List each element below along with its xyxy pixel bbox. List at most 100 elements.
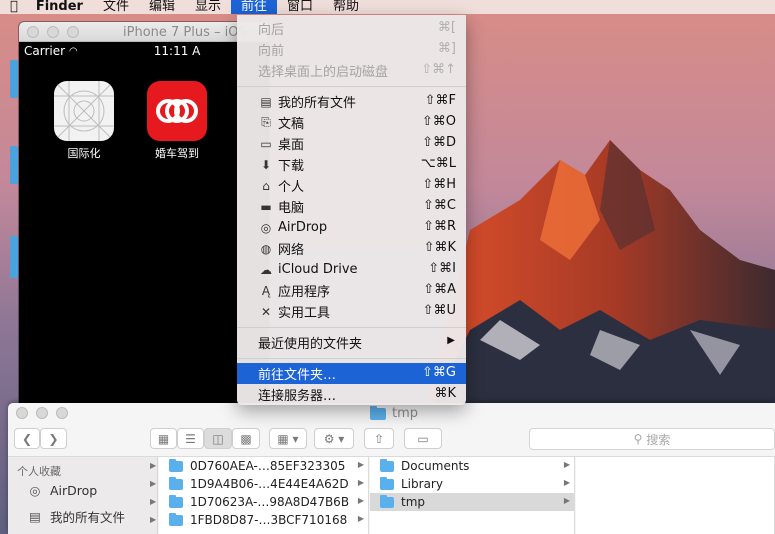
list-item[interactable]: Library ▶ bbox=[370, 475, 574, 493]
menu-help[interactable]: 帮助 bbox=[323, 0, 369, 14]
menu-item-computer[interactable]: ▬ 电脑 ⇧⌘C bbox=[237, 196, 466, 217]
menu-item-utilities[interactable]: ✕ 实用工具 ⇧⌘U bbox=[237, 301, 466, 322]
menu-go[interactable]: 前往 bbox=[230, 0, 277, 14]
close-button[interactable] bbox=[16, 407, 28, 419]
utilities-icon: ✕ bbox=[260, 304, 272, 319]
menu-item-desktop[interactable]: ▭ 桌面 ⇧⌘D bbox=[237, 133, 466, 154]
view-coverflow-button[interactable]: ▩ bbox=[232, 428, 260, 449]
forward-button[interactable]: ❯ bbox=[40, 428, 67, 449]
shortcut: ⇧⌘F bbox=[424, 93, 456, 108]
folder-name: tmp bbox=[401, 495, 426, 509]
view-icon-button[interactable]: ▦ bbox=[150, 428, 177, 449]
disclosure-arrow-icon: ▶ bbox=[563, 460, 570, 469]
menu-item-documents[interactable]: ⎘ 文稿 ⇧⌘O bbox=[237, 112, 466, 133]
menu-edit[interactable]: 编辑 bbox=[139, 0, 185, 14]
menu-view[interactable]: 显示 bbox=[185, 0, 231, 14]
menu-bar:  Finder 文件 编辑 显示 前往 窗口 帮助 bbox=[0, 0, 775, 14]
simulator-window: iPhone 7 Plus – iOS Carrier ◠ 11:11 A 国际… bbox=[19, 22, 269, 412]
share-button[interactable]: ⇧ bbox=[364, 428, 394, 449]
menu-item-icloud-drive[interactable]: ☁ iCloud Drive ⇧⌘I bbox=[237, 259, 466, 280]
menu-item-go-to-folder[interactable]: 前往文件夹… ⇧⌘G bbox=[237, 363, 466, 384]
list-item[interactable]: Documents ▶ bbox=[370, 457, 574, 475]
simulator-title: iPhone 7 Plus – iOS bbox=[123, 25, 247, 40]
sidebar-item-airdrop[interactable]: ◎ AirDrop bbox=[8, 477, 157, 503]
menu-item-network[interactable]: ◍ 网络 ⇧⌘K bbox=[237, 238, 466, 259]
tags-button[interactable]: ▭ bbox=[404, 428, 442, 449]
folder-name: 1D70623A-…98A8D47B6B bbox=[190, 495, 350, 509]
shortcut: ⇧⌘H bbox=[422, 177, 456, 192]
folder-name: 1FBD8D87-…3BCF710168 bbox=[190, 513, 348, 527]
shortcut: ⇧⌘C bbox=[423, 198, 456, 213]
sidebar-header: 个人收藏 bbox=[17, 465, 61, 478]
shortcut: ⇧⌘I bbox=[428, 261, 456, 276]
menu-window[interactable]: 窗口 bbox=[277, 0, 323, 14]
folder-icon bbox=[380, 458, 394, 472]
list-item[interactable]: 1D70623A-…98A8D47B6B ▶ bbox=[159, 493, 368, 511]
shortcut: ⇧⌘R bbox=[423, 219, 456, 234]
disclosure-arrow-icon: ▶ bbox=[150, 479, 157, 488]
menu-item-label: 网络 bbox=[278, 243, 305, 258]
shortcut: ⌘K bbox=[434, 386, 456, 401]
arrange-button[interactable]: ▦ ▾ bbox=[269, 428, 307, 449]
folder-icon bbox=[169, 494, 183, 508]
icloud-icon: ☁ bbox=[260, 262, 272, 277]
dock-edge-item[interactable] bbox=[10, 236, 18, 278]
menu-item-label: 下载 bbox=[278, 159, 305, 174]
back-button[interactable]: ❮ bbox=[14, 428, 40, 449]
menu-item-label: 向前 bbox=[258, 44, 285, 59]
menu-separator bbox=[237, 358, 466, 359]
folder-name: 0D760AEA-…85EF323305 bbox=[190, 459, 346, 473]
disclosure-arrow-icon: ▶ bbox=[357, 460, 364, 469]
menu-item-all-files[interactable]: ▤ 我的所有文件 ⇧⌘F bbox=[237, 91, 466, 112]
disclosure-arrow-icon: ▶ bbox=[150, 461, 157, 470]
dock-edge-item[interactable] bbox=[10, 60, 18, 98]
submenu-arrow-icon: ▶ bbox=[447, 335, 455, 346]
menu-item-downloads[interactable]: ⬇ 下载 ⌥⌘L bbox=[237, 154, 466, 175]
app-icon-wedding-car[interactable]: 婚车驾到 bbox=[141, 81, 213, 161]
shortcut: ⌥⌘L bbox=[420, 156, 456, 171]
shortcut: ⇧⌘D bbox=[422, 135, 456, 150]
app-icon-internationalization[interactable]: 国际化 bbox=[48, 81, 120, 161]
close-button[interactable] bbox=[27, 25, 39, 38]
list-item[interactable]: 1D9A4B06-…4E44E4A62D ▶ bbox=[159, 475, 368, 493]
wifi-icon: ◠ bbox=[69, 45, 78, 57]
menu-item-label: 前往文件夹… bbox=[258, 368, 337, 383]
window-title: tmp bbox=[370, 405, 419, 421]
sidebar-item-all-files[interactable]: ▤ 我的所有文件 bbox=[8, 503, 157, 529]
folder-name: Documents bbox=[401, 459, 470, 473]
disclosure-arrow-icon: ▶ bbox=[357, 496, 364, 505]
menu-item-back: 向后 ⌘[ bbox=[237, 18, 466, 39]
menu-item-airdrop[interactable]: ◎ AirDrop ⇧⌘R bbox=[237, 217, 466, 238]
status-time: 11:11 A bbox=[153, 44, 201, 58]
menu-finder[interactable]: Finder bbox=[26, 0, 93, 14]
disclosure-arrow-icon: ▶ bbox=[150, 515, 157, 524]
menu-item-home[interactable]: ⌂ 个人 ⇧⌘H bbox=[237, 175, 466, 196]
search-placeholder: 搜索 bbox=[646, 432, 671, 447]
carrier-label: Carrier bbox=[24, 44, 66, 58]
list-item[interactable]: 0D760AEA-…85EF323305 ▶ bbox=[159, 457, 368, 475]
disclosure-arrow-icon: ▶ bbox=[150, 497, 157, 506]
search-field[interactable]: ⚲ 搜索 bbox=[529, 428, 775, 450]
all-files-icon: ▤ bbox=[29, 508, 41, 524]
menu-item-recent-folders[interactable]: 最近使用的文件夹 ▶ bbox=[237, 332, 466, 353]
minimize-button[interactable] bbox=[36, 407, 48, 419]
window-title-text: tmp bbox=[392, 406, 419, 421]
menu-item-startup-disk: 选择桌面上的启动磁盘 ⇧⌘↑ bbox=[237, 60, 466, 81]
action-gear-button[interactable]: ⚙ ▾ bbox=[314, 428, 354, 449]
view-column-button[interactable]: ◫ bbox=[204, 428, 232, 449]
zoom-button[interactable] bbox=[56, 407, 68, 419]
apple-menu-icon[interactable]:  bbox=[0, 0, 26, 14]
minimize-button[interactable] bbox=[47, 25, 59, 38]
dock-edge-item[interactable] bbox=[10, 146, 18, 184]
menu-item-applications[interactable]: Ą 应用程序 ⇧⌘A bbox=[237, 280, 466, 301]
zoom-button[interactable] bbox=[67, 25, 79, 38]
shortcut: ⇧⌘O bbox=[421, 114, 456, 129]
menu-item-label: iCloud Drive bbox=[278, 262, 358, 277]
menu-item-label: 应用程序 bbox=[278, 285, 331, 300]
list-item-selected[interactable]: tmp ▶ bbox=[370, 493, 574, 511]
list-item[interactable]: 1FBD8D87-…3BCF710168 ▶ bbox=[159, 511, 368, 529]
app-placeholder-icon bbox=[54, 81, 114, 141]
menu-file[interactable]: 文件 bbox=[93, 0, 139, 14]
view-list-button[interactable]: ☰ bbox=[177, 428, 204, 449]
menu-item-connect-server[interactable]: 连接服务器… ⌘K bbox=[237, 384, 466, 405]
